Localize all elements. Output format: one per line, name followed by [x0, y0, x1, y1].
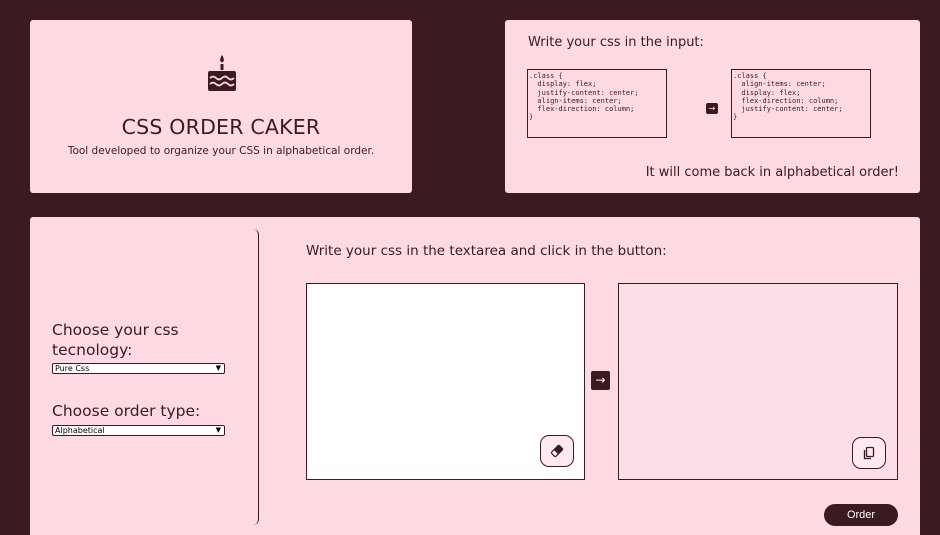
order-type-label: Choose order type:	[52, 402, 201, 420]
cake-icon	[208, 55, 236, 91]
order-type-select[interactable]: Alphabetical ▼	[52, 425, 225, 436]
tech-label: Choose your css tecnology:	[52, 321, 179, 359]
copy-button[interactable]	[852, 437, 886, 469]
example-footer: It will come back in alphabetical order!	[645, 165, 899, 180]
chevron-down-icon: ▼	[215, 364, 221, 372]
order-type-select-value: Alphabetical	[55, 426, 105, 435]
main-panel: Choose your css tecnology: Pure Css ▼ Ch…	[30, 217, 920, 535]
erase-button[interactable]	[540, 435, 574, 467]
app-subtitle: Tool developed to organize your CSS in a…	[67, 145, 375, 157]
hero-panel: CSS ORDER CAKER Tool developed to organi…	[30, 20, 412, 193]
tech-select-value: Pure Css	[55, 364, 90, 373]
tech-select[interactable]: Pure Css ▼	[52, 363, 225, 374]
order-arrow-icon[interactable]: →	[591, 371, 610, 390]
sidebar-divider	[252, 229, 259, 525]
example-output-code: .class { align-items: center; display: f…	[731, 69, 871, 138]
eraser-icon	[550, 444, 564, 458]
app-title: CSS ORDER CAKER	[121, 115, 321, 139]
order-button[interactable]: Order	[824, 504, 898, 526]
chevron-down-icon: ▼	[215, 426, 221, 434]
example-input-code: .class { display: flex; justify-content:…	[527, 69, 667, 138]
example-panel: Write your css in the input: .class { di…	[505, 20, 920, 193]
example-title: Write your css in the input:	[528, 35, 704, 50]
main-instructions: Write your css in the textarea and click…	[306, 243, 667, 259]
copy-icon	[863, 446, 875, 460]
example-arrow-icon: →	[706, 103, 718, 114]
